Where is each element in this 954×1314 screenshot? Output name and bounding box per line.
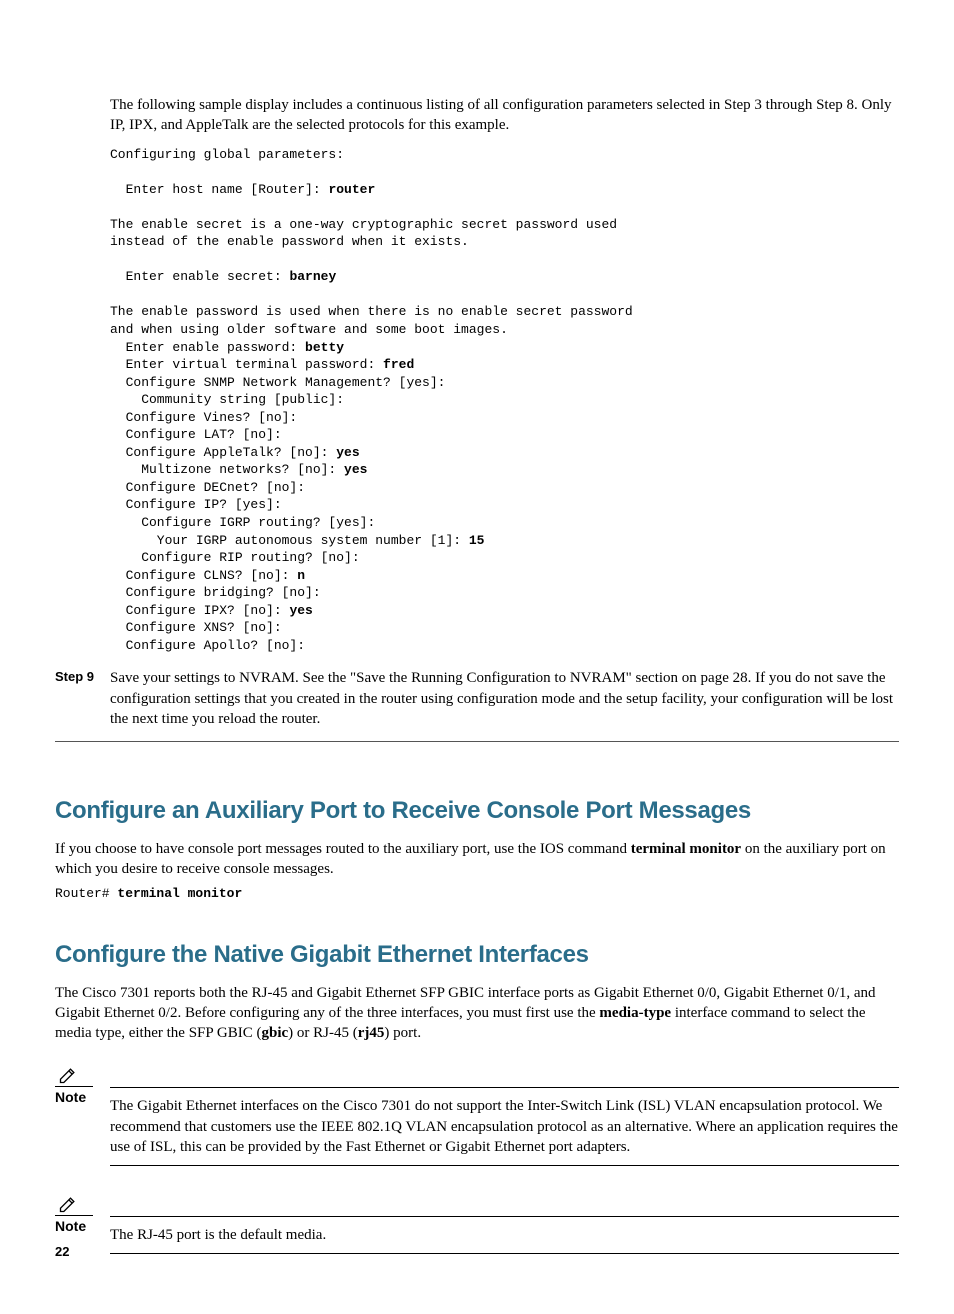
page-number: 22 (55, 1244, 69, 1259)
terminal-output: Configuring global parameters: Enter hos… (110, 146, 899, 655)
intro-paragraph: The following sample display includes a … (110, 95, 899, 136)
note-text-2: The RJ-45 port is the default media. (110, 1225, 899, 1254)
section-heading-aux-port: Configure an Auxiliary Port to Receive C… (55, 797, 899, 825)
aux-port-paragraph: If you choose to have console port messa… (55, 839, 899, 880)
step-9-label: Step 9 (55, 668, 110, 729)
note-label-1: Note (55, 1089, 86, 1105)
pencil-icon (58, 1065, 78, 1085)
pencil-icon (58, 1194, 78, 1214)
step-9-row: Step 9 Save your settings to NVRAM. See … (55, 668, 899, 742)
step-9-body: Save your settings to NVRAM. See the "Sa… (110, 668, 899, 729)
note-label-2: Note (55, 1218, 86, 1234)
note-text-1: The Gigabit Ethernet interfaces on the C… (110, 1096, 899, 1166)
router-command: Router# terminal monitor (55, 886, 899, 901)
gigabit-paragraph: The Cisco 7301 reports both the RJ-45 an… (55, 983, 899, 1044)
section-heading-gigabit: Configure the Native Gigabit Ethernet In… (55, 941, 899, 969)
note-block-2: Note The RJ-45 port is the default media… (55, 1194, 899, 1254)
note-block-1: Note The Gigabit Ethernet interfaces on … (55, 1065, 899, 1166)
